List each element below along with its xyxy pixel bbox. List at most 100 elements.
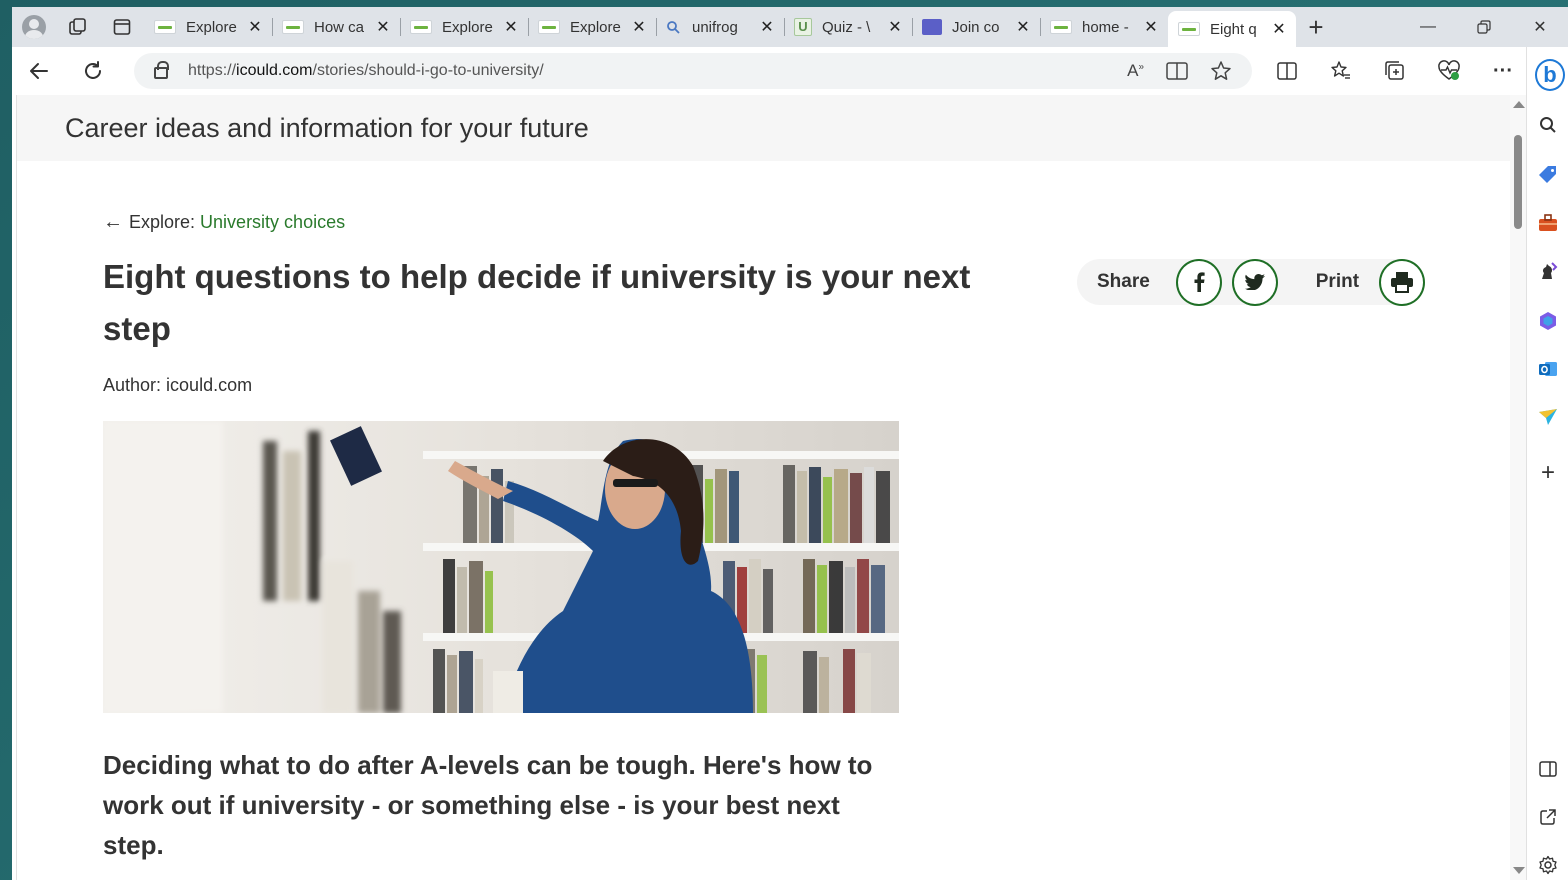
- tab-close-icon[interactable]: ✕: [630, 17, 648, 37]
- split-screen-button[interactable]: [1260, 51, 1314, 91]
- back-arrow-icon: [30, 63, 48, 79]
- site-header: Career ideas and information for your fu…: [17, 95, 1510, 161]
- open-external-button[interactable]: [1527, 799, 1568, 835]
- url-host: icould.com: [236, 62, 313, 79]
- restore-icon: [1477, 20, 1491, 34]
- close-window-button[interactable]: ✕: [1512, 7, 1568, 47]
- share-label: Share: [1097, 271, 1150, 292]
- address-bar-actions: A»: [1127, 53, 1232, 89]
- scroll-down-arrow-icon[interactable]: [1513, 867, 1525, 874]
- favorite-star-icon[interactable]: [1210, 60, 1232, 82]
- lock-icon[interactable]: [154, 61, 169, 79]
- new-tab-button[interactable]: +: [1296, 7, 1336, 47]
- profile-button[interactable]: [12, 7, 56, 47]
- icould-favicon-icon: [1178, 22, 1200, 36]
- tab-close-icon[interactable]: ✕: [1142, 17, 1160, 37]
- tab-4[interactable]: unifrog ✕: [656, 11, 784, 43]
- library-photo: [103, 421, 899, 713]
- heart-pulse-icon: [1438, 60, 1460, 80]
- outlook-button[interactable]: [1527, 351, 1568, 387]
- tab-close-icon[interactable]: ✕: [1270, 19, 1288, 39]
- breadcrumb: ← Explore: University choices: [103, 211, 345, 234]
- twitter-share-button[interactable]: [1231, 258, 1278, 306]
- more-options-button[interactable]: ···: [1476, 51, 1530, 91]
- chess-piece-icon: [1542, 262, 1558, 279]
- url-prefix: https://: [188, 62, 237, 79]
- tab-0[interactable]: Explore ✕: [144, 11, 272, 43]
- breadcrumb-link[interactable]: University choices: [200, 212, 345, 233]
- read-aloud-icon[interactable]: A»: [1127, 61, 1144, 81]
- tab-close-icon[interactable]: ✕: [758, 17, 776, 37]
- browser-window: Explore ✕ How ca ✕ Explore ✕ Explore ✕ u…: [12, 7, 1568, 880]
- icould-favicon-icon: [410, 20, 432, 34]
- facebook-share-button[interactable]: [1175, 258, 1222, 306]
- hero-image: [103, 421, 899, 713]
- back-arrow-icon[interactable]: ←: [103, 211, 123, 234]
- workspaces-button[interactable]: [56, 7, 100, 47]
- add-sidebar-app-button[interactable]: +: [1527, 455, 1568, 491]
- hide-sidebar-button[interactable]: [1527, 751, 1568, 787]
- printer-icon: [1391, 272, 1414, 293]
- bing-chat-icon[interactable]: b: [1535, 59, 1565, 91]
- tab-close-icon[interactable]: ✕: [886, 17, 904, 37]
- print-label: Print: [1315, 271, 1360, 292]
- tab-actions-button[interactable]: [100, 7, 144, 47]
- author-label: Author:: [103, 375, 162, 395]
- tab-title: Explore: [442, 18, 493, 36]
- facebook-icon: [1194, 272, 1205, 292]
- tab-6[interactable]: Join co ✕: [912, 11, 1040, 43]
- refresh-button[interactable]: [66, 51, 120, 91]
- games-button[interactable]: [1527, 253, 1568, 289]
- tab-title: Quiz - \: [822, 18, 871, 36]
- profile-avatar-icon: [22, 15, 46, 39]
- tab-5[interactable]: U Quiz - \ ✕: [784, 11, 912, 43]
- vertical-scrollbar[interactable]: [1510, 95, 1526, 880]
- favorites-button[interactable]: [1314, 51, 1368, 91]
- scroll-thumb[interactable]: [1514, 135, 1522, 229]
- browser-essentials-button[interactable]: [1422, 51, 1476, 91]
- url-path: /stories/should-i-go-to-university/: [312, 62, 544, 79]
- tab-7[interactable]: home - ✕: [1040, 11, 1168, 43]
- favorites-icon: [1331, 61, 1350, 79]
- tab-close-icon[interactable]: ✕: [246, 17, 264, 37]
- collections-button[interactable]: [1368, 51, 1422, 91]
- tab-1[interactable]: How ca ✕: [272, 11, 400, 43]
- address-bar[interactable]: https://icould.com/stories/should-i-go-t…: [134, 53, 1252, 89]
- toolbox-icon: [1539, 214, 1557, 231]
- vertical-tabs-icon: [113, 19, 131, 35]
- tab-title: How ca: [314, 18, 365, 36]
- tab-title: home -: [1082, 18, 1129, 36]
- tab-title: Join co: [952, 18, 1000, 36]
- tab-3[interactable]: Explore ✕: [528, 11, 656, 43]
- teams-icon: [922, 19, 942, 35]
- drop-button[interactable]: [1527, 399, 1568, 435]
- shopping-button[interactable]: [1527, 157, 1568, 193]
- immersive-reader-icon[interactable]: [1166, 61, 1188, 81]
- back-button[interactable]: [12, 51, 66, 91]
- browser-toolbar: https://icould.com/stories/should-i-go-t…: [12, 47, 1568, 95]
- search-icon: [1540, 117, 1556, 133]
- restore-button[interactable]: [1456, 7, 1512, 47]
- print-button[interactable]: [1379, 258, 1425, 306]
- scroll-up-arrow-icon[interactable]: [1513, 101, 1525, 108]
- tools-button[interactable]: [1527, 205, 1568, 241]
- tab-close-icon[interactable]: ✕: [1014, 17, 1032, 37]
- icould-favicon-icon: [538, 20, 560, 34]
- search-sidebar-button[interactable]: [1527, 107, 1568, 143]
- refresh-icon: [85, 61, 101, 79]
- outlook-icon: [1539, 362, 1557, 376]
- minimize-button[interactable]: —: [1400, 7, 1456, 47]
- external-link-icon: [1540, 809, 1556, 825]
- tab-title: Explore: [570, 18, 621, 36]
- tab-title: unifrog: [692, 18, 738, 36]
- sidebar-panel-icon: [1539, 761, 1557, 777]
- workspaces-icon: [69, 18, 86, 35]
- tab-close-icon[interactable]: ✕: [374, 17, 392, 37]
- url-text: https://icould.com/stories/should-i-go-t…: [188, 62, 544, 80]
- tab-2[interactable]: Explore ✕: [400, 11, 528, 43]
- sidebar-settings-button[interactable]: [1527, 847, 1568, 880]
- tab-8-active[interactable]: Eight q ✕: [1168, 11, 1296, 47]
- tab-close-icon[interactable]: ✕: [502, 17, 520, 37]
- microsoft-365-button[interactable]: [1527, 303, 1568, 339]
- shopping-tag-icon: [1539, 166, 1556, 183]
